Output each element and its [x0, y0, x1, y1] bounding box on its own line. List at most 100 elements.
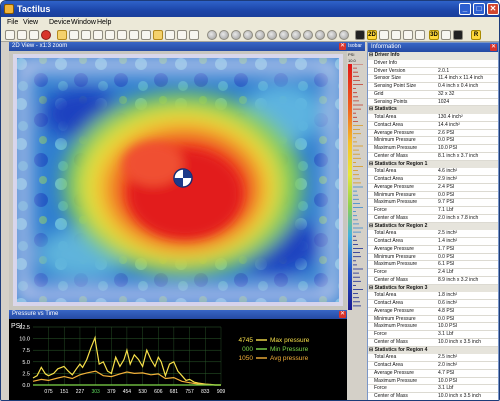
step-forward-icon[interactable] [315, 30, 325, 40]
info-row: Center of Mass 8.9 inch x 3.2 inch [368, 277, 498, 285]
info-value: 1024 [438, 98, 450, 105]
info-row: Contact Area 0.6 inch² [368, 300, 498, 308]
pressure-vs-time-close-icon[interactable]: ✕ [339, 311, 346, 318]
grid-icon[interactable] [177, 30, 187, 40]
info-label: Sensing Points [374, 98, 408, 105]
info-section-header[interactable]: ⊟ Statistics for Region 1 [368, 160, 498, 169]
info-row: Force 3.1 Lbf [368, 331, 498, 339]
chart-xtick-label: 075 [44, 389, 53, 395]
isobar-top-value: 10.0 [348, 58, 356, 63]
info-label: ⊟ Statistics for Region 4 [369, 346, 428, 353]
ellipse-select-icon[interactable] [81, 30, 91, 40]
chart-ytick-label: 10.0 [19, 337, 30, 343]
settings-icon[interactable] [453, 30, 463, 40]
play-prev-icon[interactable] [219, 30, 229, 40]
info-label: Grid [374, 90, 384, 97]
info-label: Average Pressure [374, 183, 414, 190]
open-folder-icon[interactable] [17, 30, 27, 40]
info-section-header[interactable]: ⊟ Driver Info [368, 52, 498, 60]
info-row: Force 2.4 Lbf [368, 269, 498, 277]
menu-device[interactable]: Device [49, 19, 70, 26]
pressure-vs-time-title: Pressure vs Time [12, 311, 59, 317]
information-close-icon[interactable]: ✕ [490, 44, 497, 51]
info-section-header[interactable]: ⊟ Statistics [368, 106, 498, 115]
zoom-icon[interactable] [153, 30, 163, 40]
info-label: Maximum Pressure [374, 377, 418, 384]
info-row: Center of Mass 8.1 inch x 3.7 inch [368, 153, 498, 161]
menu-help[interactable]: Help [97, 19, 111, 26]
save-icon[interactable] [29, 30, 39, 40]
bars-icon[interactable] [441, 30, 451, 40]
pressure-vs-time-chart[interactable]: PSI12.510.07.55.02.50.0075 151 227 303 379 45… [9, 319, 347, 399]
menu-file[interactable]: File [7, 19, 18, 26]
info-value: 2.4 Lbf [438, 269, 454, 276]
report-icon[interactable]: R [471, 30, 481, 40]
chart-xtick-label: 909 [217, 389, 226, 395]
info-value: 7.1 Lbf [438, 207, 454, 214]
speed-icon[interactable] [327, 30, 337, 40]
info-row: Average Pressure 4.8 PSI [368, 308, 498, 316]
monitor-icon[interactable] [355, 30, 365, 40]
new-file-icon[interactable] [5, 30, 15, 40]
rotate-icon[interactable] [129, 30, 139, 40]
play-first-icon[interactable] [207, 30, 217, 40]
info-row: Total Area 1.8 inch² [368, 292, 498, 301]
menu-view[interactable]: View [23, 19, 38, 26]
info-row: Minimum Pressure 0.0 PSI [368, 316, 498, 324]
rectangle-select-icon[interactable] [69, 30, 79, 40]
maximize-button[interactable]: □ [473, 3, 485, 15]
pause-icon[interactable] [243, 30, 253, 40]
center-of-mass-marker[interactable] [173, 168, 193, 188]
info-value: 0.0 PSI [438, 137, 455, 144]
record-session-icon[interactable] [339, 30, 349, 40]
info-value: 8.1 inch x 3.7 inch [438, 152, 479, 159]
palette-icon[interactable] [189, 30, 199, 40]
flip-icon[interactable] [141, 30, 151, 40]
chart-icon[interactable] [403, 30, 413, 40]
info-label: Minimum Pressure [374, 253, 416, 260]
info-value: 10.0 PSI [438, 323, 458, 330]
info-value: 9.7 PSI [438, 199, 455, 206]
lasso-icon[interactable] [93, 30, 103, 40]
eraser-icon[interactable] [117, 30, 127, 40]
info-label: Force [374, 269, 387, 276]
chart-ytick-label: 12.5 [19, 325, 30, 331]
view-2d-icon[interactable]: 2D [367, 30, 377, 40]
info-row: Minimum Pressure 0.0 PSI [368, 254, 498, 262]
view-2d-close-icon[interactable]: ✕ [339, 43, 346, 50]
chart-ytick-label: 7.5 [22, 348, 30, 354]
play-icon[interactable] [231, 30, 241, 40]
play-last-icon[interactable] [279, 30, 289, 40]
info-label: Force [374, 385, 387, 392]
stop-icon[interactable] [41, 30, 51, 40]
info-label: Total Area [374, 230, 397, 237]
pressure-heatmap[interactable] [13, 54, 343, 306]
loop-icon[interactable] [291, 30, 301, 40]
view-3d-icon[interactable]: 3D [429, 30, 439, 40]
play-next-icon[interactable] [267, 30, 277, 40]
step-back-icon[interactable] [303, 30, 313, 40]
record-icon[interactable] [165, 30, 175, 40]
toolbar: 2D 3D R [1, 29, 499, 42]
info-value: 1.8 inch² [438, 292, 458, 299]
info-section-header[interactable]: ⊟ Statistics for Region 3 [368, 284, 498, 293]
close-button[interactable]: ✕ [487, 3, 499, 15]
info-label: Center of Mass [374, 338, 408, 345]
info-section-header[interactable]: ⊟ Statistics for Region 4 [368, 346, 498, 355]
info-row: Contact Area 1.4 inch² [368, 238, 498, 246]
pointer-tool-icon[interactable] [57, 30, 67, 40]
info-label: Total Area [374, 114, 397, 121]
polygon-icon[interactable] [105, 30, 115, 40]
info-value: 130.4 inch² [438, 114, 463, 121]
numbers-icon[interactable] [415, 30, 425, 40]
legend-value: 4745 [239, 337, 254, 344]
color-scale-icon[interactable] [391, 30, 401, 40]
layout-icon[interactable] [379, 30, 389, 40]
info-section-header[interactable]: ⊟ Statistics for Region 2 [368, 222, 498, 231]
info-label: Maximum Pressure [374, 323, 418, 330]
stop-playback-icon[interactable] [255, 30, 265, 40]
minimize-button[interactable]: _ [459, 3, 471, 15]
menu-window[interactable]: Window [71, 19, 96, 26]
color-scale[interactable] [347, 64, 365, 310]
info-value: 2.0.1 [438, 67, 450, 74]
